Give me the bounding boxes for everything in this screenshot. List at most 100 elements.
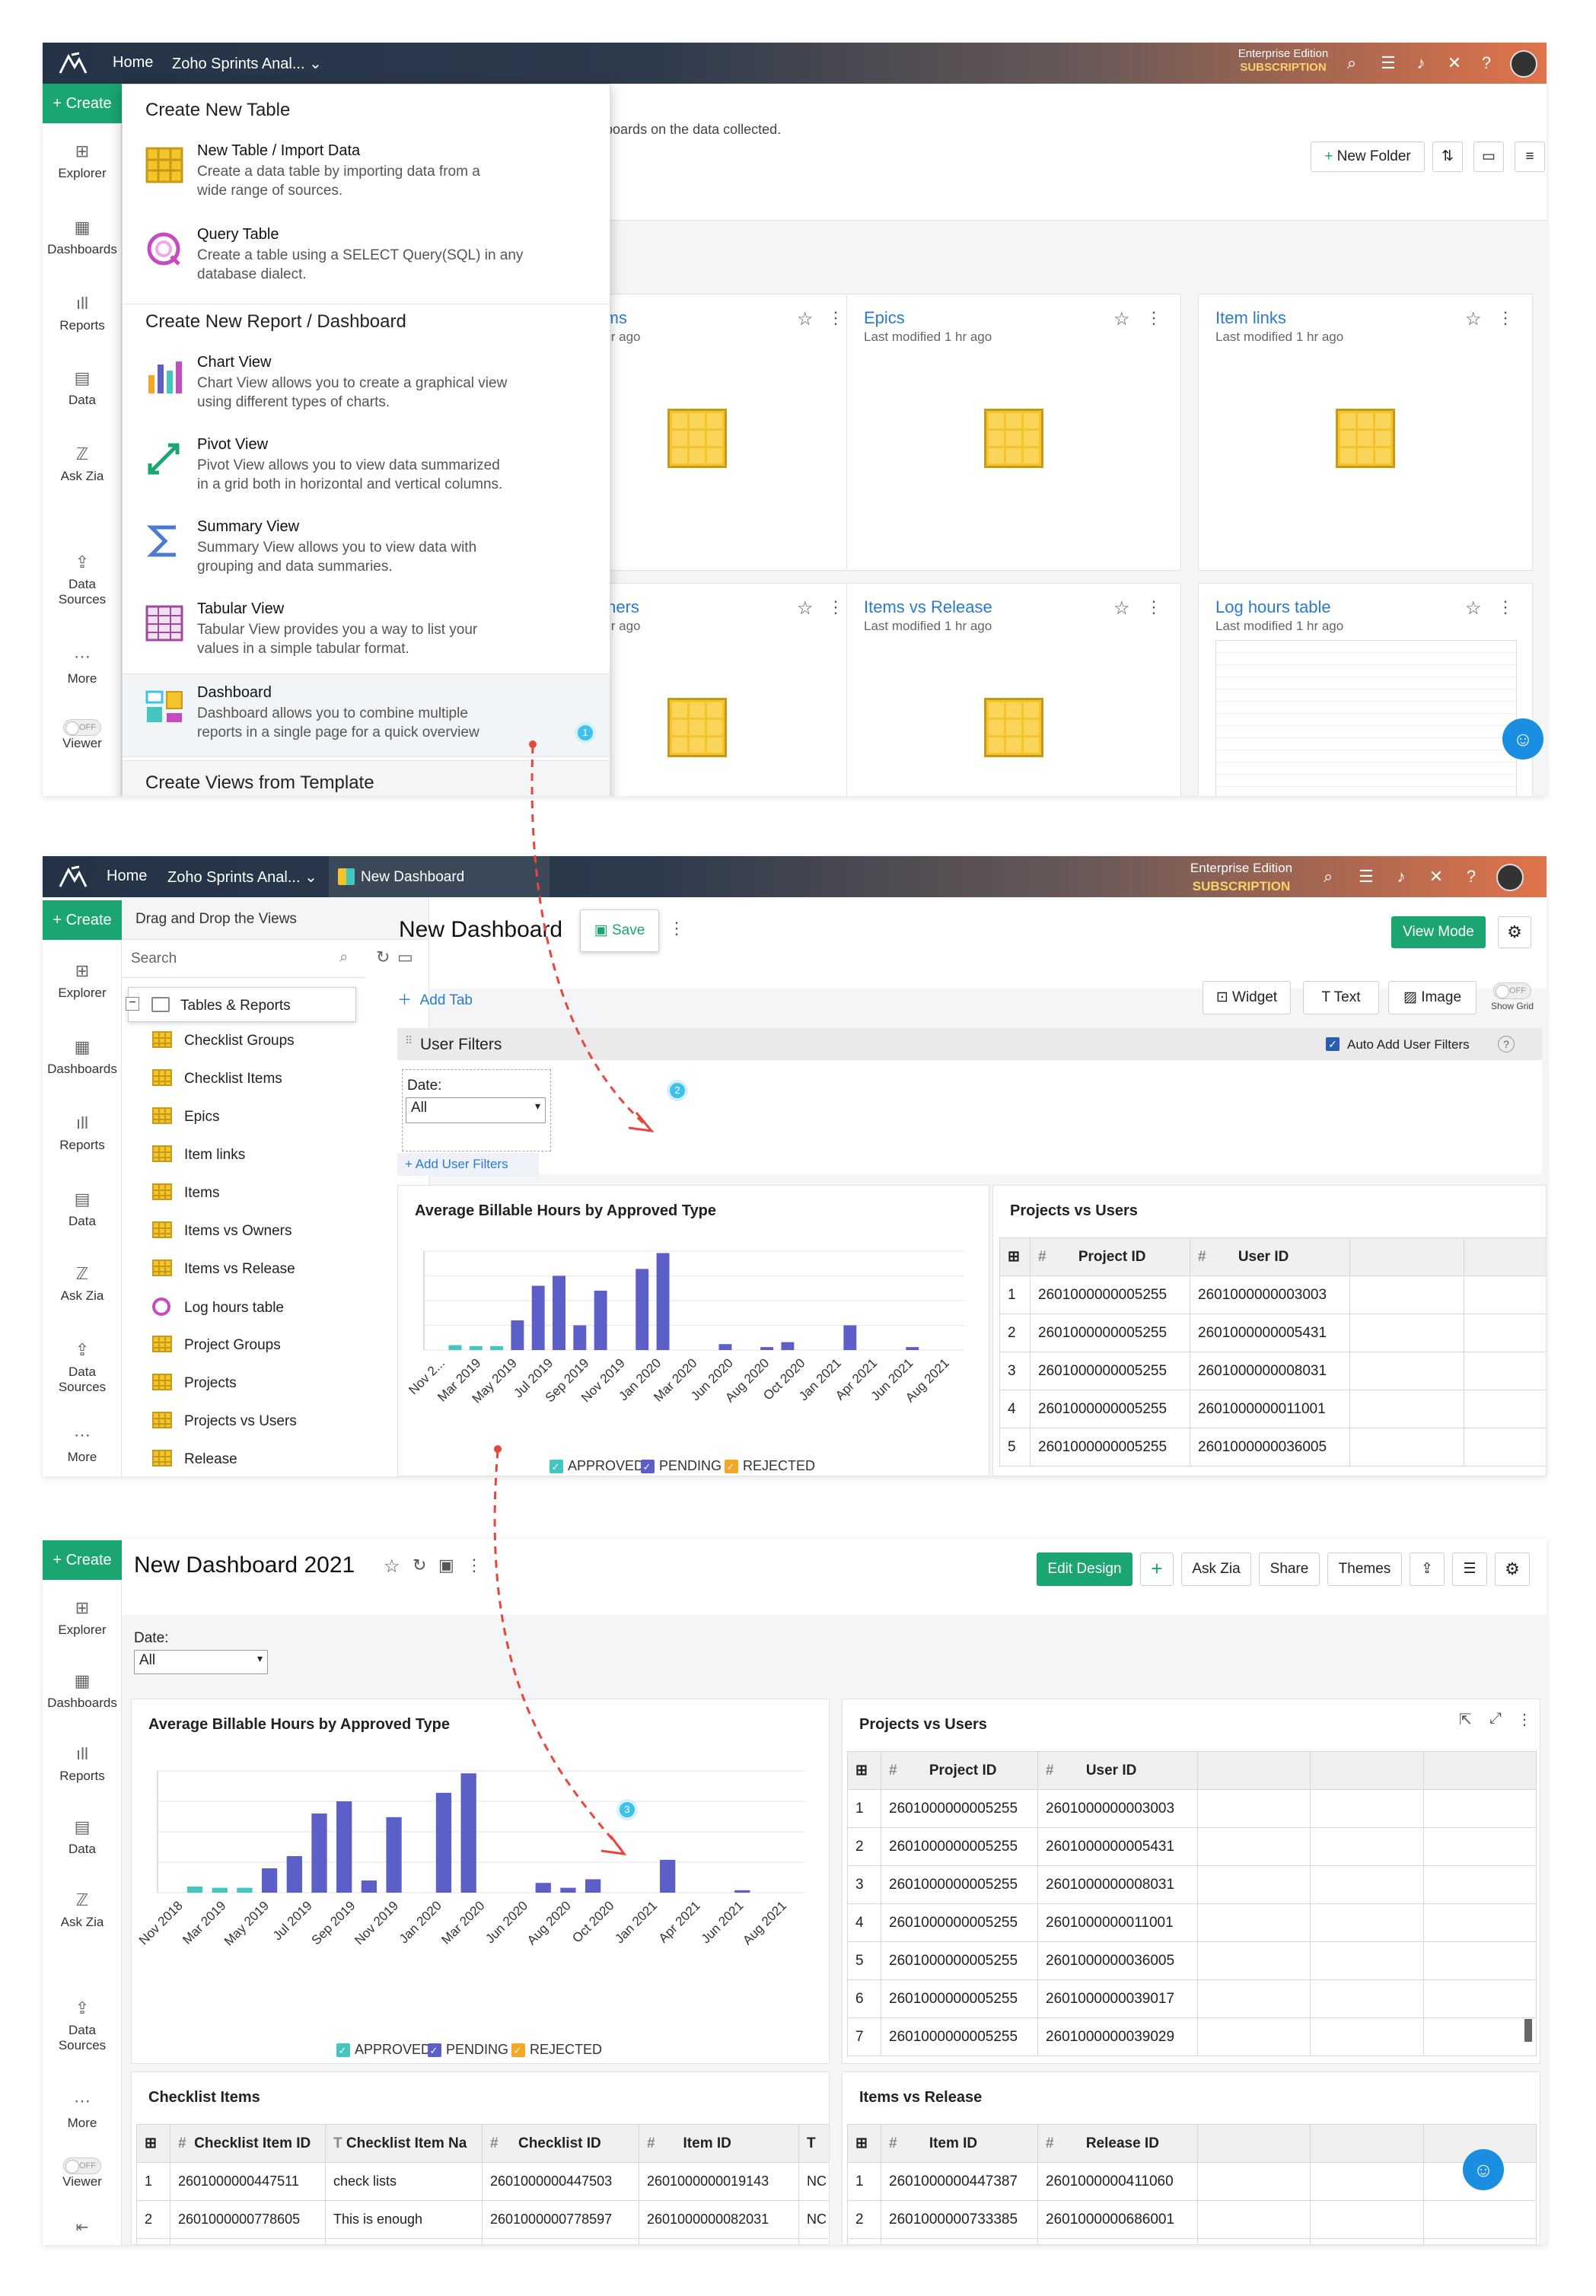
tree-item[interactable]: Items [152, 1183, 219, 1203]
viewer-toggle[interactable]: OFF Viewer [43, 2157, 122, 2189]
refresh-icon[interactable]: ↻ [413, 1556, 426, 1575]
table-row[interactable]: 2 2601000000005255 2601000000005431 [847, 1827, 1537, 1866]
workspace-dropdown[interactable]: Zoho Sprints Anal... ⌄ [172, 54, 322, 73]
view-card[interactable]: Items vs Release Last modified 1 hr ago … [846, 583, 1181, 796]
table-row[interactable]: 4 2601000000005255 2601000000011001 [847, 1903, 1537, 1942]
table-row[interactable]: 4 2601000000005255 2601000000011001 [999, 1390, 1546, 1428]
dashboard-title[interactable]: New Dashboard [399, 917, 562, 943]
more-options-icon[interactable]: ⋮ [1517, 1710, 1532, 1729]
more-options-icon[interactable]: ⋮ [668, 919, 685, 938]
add-tab-button[interactable]: ＋ Add Tab [397, 989, 473, 1009]
bell-icon[interactable]: ♪ [1391, 867, 1411, 887]
chart-widget[interactable]: Average Billable Hours by Approved Type … [131, 1699, 830, 2064]
card-title[interactable]: Epics [864, 308, 905, 328]
tree-item[interactable]: Project Groups [152, 1336, 281, 1355]
checkbox[interactable]: ✓ [1326, 1037, 1340, 1051]
column-header[interactable]: T Checklist Item Na [325, 2124, 483, 2163]
open-external-icon[interactable]: ⇱ [1459, 1710, 1472, 1729]
toggle-switch[interactable]: OFF [63, 2157, 101, 2174]
view-card[interactable]: Log hours table Last modified 1 hr ago ☆… [1198, 583, 1533, 796]
tree-item[interactable]: Epics [152, 1107, 219, 1127]
view-mode-button[interactable]: View Mode [1391, 916, 1486, 948]
sidebar-item-reports[interactable]: ıll Reports [43, 1113, 122, 1153]
chat-icon[interactable]: ☺ [1463, 2149, 1504, 2190]
bell-icon[interactable]: ♪ [1411, 53, 1431, 73]
comments-icon[interactable]: ☰ [1378, 53, 1398, 73]
table-row[interactable]: 1 2601000000005255 2601000000003003 [847, 1789, 1537, 1828]
table-row[interactable]: 5 2601000000005255 2601000000036005 [999, 1428, 1546, 1466]
search-icon[interactable]: ⌕ [1342, 53, 1362, 73]
sidebar-item-dashboards[interactable]: ▦ Dashboards [43, 1671, 122, 1711]
table-row[interactable]: 5 2601000000005255 2601000000036005 [847, 1941, 1537, 1980]
tab-new-dashboard[interactable]: New Dashboard [329, 856, 550, 897]
table-widget[interactable]: Checklist Items ⊞ # Checklist Item ID T … [131, 2071, 830, 2245]
zoho-analytics-logo[interactable] [58, 864, 88, 890]
table-row[interactable] [136, 2238, 829, 2244]
menu-item-pivot-view[interactable]: Pivot View Pivot View allows you to view… [145, 436, 587, 505]
more-options-icon[interactable]: ⋮ [1145, 308, 1162, 328]
table-row[interactable]: 1 2601000000447511 check lists 260100000044… [136, 2162, 829, 2201]
avatar[interactable] [1496, 864, 1524, 891]
column-header[interactable]: # User ID [1190, 1237, 1350, 1276]
column-header[interactable]: # Item ID [881, 2124, 1038, 2163]
star-icon[interactable]: ☆ [1113, 597, 1130, 619]
chart-widget[interactable]: Average Billable Hours by Approved Type … [397, 1185, 989, 1476]
add-widget-icon[interactable]: + [1140, 1552, 1174, 1586]
tree-item[interactable]: Projects [152, 1374, 237, 1393]
menu-item-tabular-view[interactable]: Tabular View Tabular View provides you a… [145, 600, 587, 669]
sidebar-item-explorer[interactable]: ⊞ Explorer [43, 961, 122, 1001]
settings-icon[interactable]: ⚙ [1495, 1552, 1530, 1586]
sidebar-item-more[interactable]: ⋯ More [43, 2091, 122, 2131]
table-row[interactable]: 326010000001091052601000000544011 [847, 2238, 1537, 2244]
table-row[interactable]: 2 2601000000778605 This is enough 260100000… [136, 2200, 829, 2239]
sidebar-item-more[interactable]: ⋯ More [43, 1425, 122, 1465]
save-button[interactable]: ▣ Save [580, 909, 659, 952]
menu-item-dashboard[interactable]: Dashboard Dashboard allows you to combin… [145, 684, 587, 753]
show-grid-toggle[interactable]: OFF Show Grid [1486, 982, 1539, 1011]
column-header[interactable]: # Release ID [1037, 2124, 1198, 2163]
card-title[interactable]: Items vs Release [864, 597, 992, 617]
add-user-filters-button[interactable]: + Add User Filters [397, 1153, 539, 1176]
menu-item-query-table[interactable]: Query Table Create a table using a SELEC… [145, 226, 587, 295]
star-icon[interactable]: ☆ [797, 308, 814, 330]
date-select[interactable]: All [134, 1650, 268, 1674]
tree-item[interactable]: Projects vs Users [152, 1412, 297, 1431]
widget-button[interactable]: ⊡ Widget [1203, 981, 1291, 1014]
column-header[interactable]: # Checklist Item ID [170, 2124, 326, 2163]
refresh-icon[interactable]: ↻ [376, 947, 390, 967]
table-row[interactable]: 7 2601000000005255 2601000000039029 [847, 2017, 1537, 2056]
star-icon[interactable]: ☆ [1465, 308, 1482, 330]
sidebar-item-ask-zia[interactable]: ℤ Ask Zia [43, 444, 122, 484]
zoho-analytics-logo[interactable] [58, 50, 88, 76]
column-header[interactable]: # Project ID [881, 1751, 1038, 1790]
star-icon[interactable]: ☆ [797, 597, 814, 619]
image-button[interactable]: ▨ Image [1388, 981, 1477, 1014]
create-button[interactable]: + Create [43, 900, 122, 940]
folder-icon[interactable]: ▭ [1473, 142, 1504, 172]
column-header[interactable]: T [798, 2124, 829, 2163]
themes-button[interactable]: Themes [1327, 1552, 1402, 1586]
menu-item-chart-view[interactable]: Chart View Chart View allows you to crea… [145, 354, 587, 422]
more-options-icon[interactable]: ⋮ [1145, 597, 1162, 617]
tools-icon[interactable]: ✕ [1426, 867, 1446, 887]
sidebar-item-data[interactable]: ▤ Data [43, 368, 122, 408]
view-card[interactable]: Epics Last modified 1 hr ago ☆ ⋮ [846, 294, 1181, 571]
tree-item[interactable]: Checklist Groups [152, 1031, 295, 1051]
table-row[interactable]: 3 2601000000005255 2601000000008031 [847, 1865, 1537, 1904]
collapse-icon[interactable]: − [126, 997, 139, 1011]
avatar[interactable] [1510, 50, 1537, 78]
search-icon[interactable]: ⌕ [1318, 867, 1338, 887]
column-header[interactable]: # Project ID [1030, 1237, 1190, 1276]
table-row[interactable]: 2 2601000000733385 2601000000686001 [847, 2200, 1537, 2239]
table-widget[interactable]: Projects vs Users ⇱ ⤢ ⋮ ⊞ # Project ID #… [842, 1699, 1540, 2064]
sidebar-item-explorer[interactable]: ⊞ Explorer [43, 1598, 122, 1638]
star-icon[interactable]: ☆ [1465, 597, 1482, 619]
help-icon[interactable]: ? [1498, 1036, 1515, 1052]
column-header[interactable]: # User ID [1037, 1751, 1198, 1790]
new-folder-button[interactable]: + New Folder [1311, 142, 1425, 172]
star-icon[interactable]: ☆ [384, 1556, 400, 1578]
more-options-icon[interactable]: ⋮ [1497, 597, 1514, 617]
folder-icon[interactable]: ▭ [397, 947, 413, 967]
sidebar-item-dashboards[interactable]: ▦ Dashboards [43, 218, 122, 257]
card-title[interactable]: Item links [1215, 308, 1286, 328]
